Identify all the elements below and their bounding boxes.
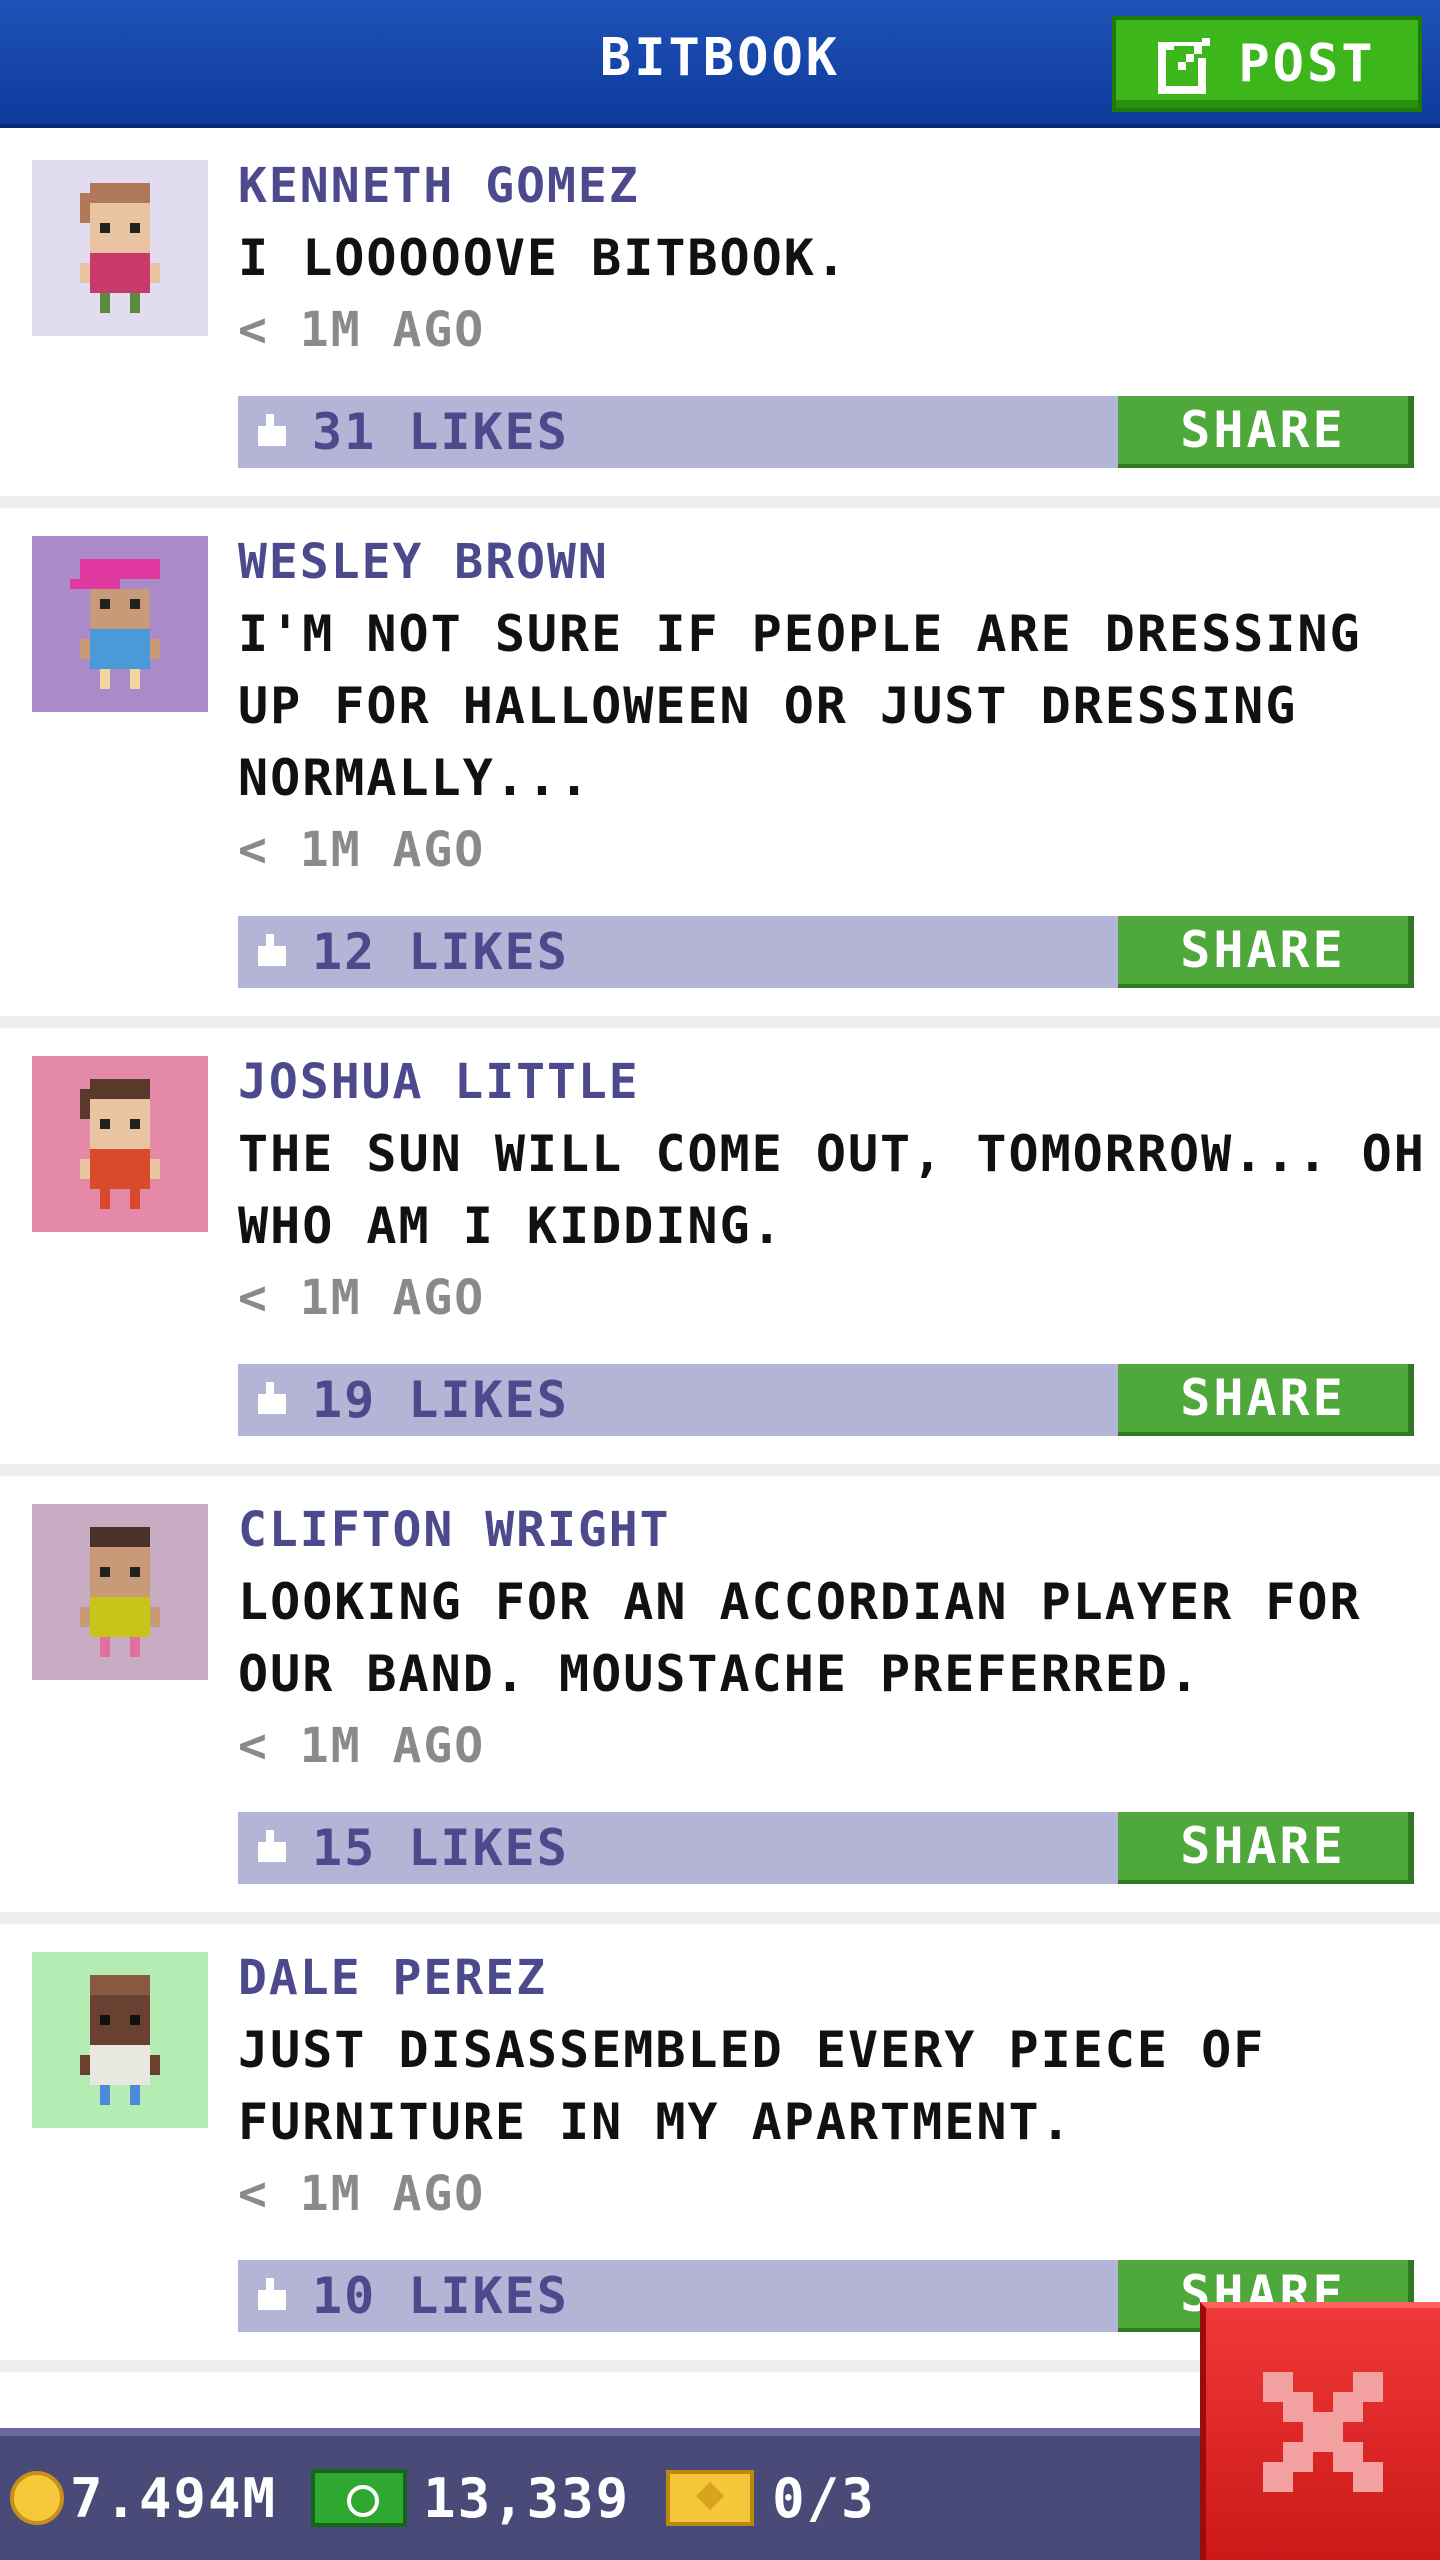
like-count: 15 LIKES <box>312 1819 569 1877</box>
thumbs-up-icon <box>254 929 300 975</box>
like-button[interactable]: 19 LIKES SHARE <box>238 1364 1414 1436</box>
post-card: WESLEY BROWN I'M NOT SURE IF PEOPLE ARE … <box>0 508 1440 1028</box>
avatar <box>32 160 208 336</box>
tickets-value: 0/3 <box>772 2466 876 2530</box>
post-card: KENNETH GOMEZ I LOOOOOVE BITBOOK. < 1M A… <box>0 132 1440 508</box>
post-text: I'M NOT SURE IF PEOPLE ARE DRESSING UP F… <box>238 605 1362 807</box>
share-button[interactable]: SHARE <box>1118 396 1414 468</box>
post-author: WESLEY BROWN <box>238 534 609 590</box>
like-count: 19 LIKES <box>312 1371 569 1429</box>
share-button[interactable]: SHARE <box>1118 1812 1414 1884</box>
like-button[interactable]: 15 LIKES SHARE <box>238 1812 1414 1884</box>
like-count: 10 LIKES <box>312 2267 569 2325</box>
like-count: 31 LIKES <box>312 403 569 461</box>
post-feed: KENNETH GOMEZ I LOOOOOVE BITBOOK. < 1M A… <box>0 132 1440 2372</box>
avatar <box>32 1504 208 1680</box>
coins-value: 7.494M <box>70 2466 278 2530</box>
coins-stat: 7.494M <box>0 2467 277 2530</box>
cash-icon <box>311 2469 408 2527</box>
bux-stat: 13,339 <box>277 2467 630 2530</box>
avatar <box>32 1952 208 2128</box>
post-author: KENNETH GOMEZ <box>238 158 640 214</box>
ticket-icon <box>666 2470 755 2526</box>
post-card: CLIFTON WRIGHT LOOKING FOR AN ACCORDIAN … <box>0 1476 1440 1924</box>
post-button[interactable]: POST <box>1112 16 1422 112</box>
like-count: 12 LIKES <box>312 923 569 981</box>
tickets-stat: 0/3 <box>630 2467 876 2530</box>
post-button-label: POST <box>1238 34 1376 94</box>
share-button[interactable]: SHARE <box>1118 1364 1414 1436</box>
thumbs-up-icon <box>254 1377 300 1423</box>
post-author: JOSHUA LITTLE <box>238 1054 640 1110</box>
edit-icon <box>1158 34 1218 94</box>
like-button[interactable]: 12 LIKES SHARE <box>238 916 1414 988</box>
post-text: LOOKING FOR AN ACCORDIAN PLAYER FOR OUR … <box>238 1573 1362 1703</box>
like-button[interactable]: 31 LIKES SHARE <box>238 396 1414 468</box>
thumbs-up-icon <box>254 409 300 455</box>
post-timestamp: < 1M AGO <box>238 302 486 358</box>
post-card: JOSHUA LITTLE THE SUN WILL COME OUT, TOM… <box>0 1028 1440 1476</box>
post-text: I LOOOOOVE BITBOOK. <box>238 229 848 287</box>
share-button[interactable]: SHARE <box>1118 916 1414 988</box>
close-icon <box>1253 2362 1393 2506</box>
post-timestamp: < 1M AGO <box>238 1718 486 1774</box>
thumbs-up-icon <box>254 2273 300 2319</box>
post-timestamp: < 1M AGO <box>238 822 486 878</box>
post-text: JUST DISASSEMBLED EVERY PIECE OF FURNITU… <box>238 2021 1266 2151</box>
thumbs-up-icon <box>254 1825 300 1871</box>
close-button[interactable] <box>1200 2302 1440 2560</box>
avatar <box>32 1056 208 1232</box>
post-timestamp: < 1M AGO <box>238 1270 486 1326</box>
bux-value: 13,339 <box>423 2466 631 2530</box>
avatar <box>32 536 208 712</box>
header-bar: BITBOOK POST <box>0 0 1440 128</box>
post-text: THE SUN WILL COME OUT, TOMORROW... OH WH… <box>238 1125 1426 1255</box>
post-author: DALE PEREZ <box>238 1950 547 2006</box>
post-timestamp: < 1M AGO <box>238 2166 486 2222</box>
coin-icon <box>10 2471 64 2525</box>
post-author: CLIFTON WRIGHT <box>238 1502 671 1558</box>
